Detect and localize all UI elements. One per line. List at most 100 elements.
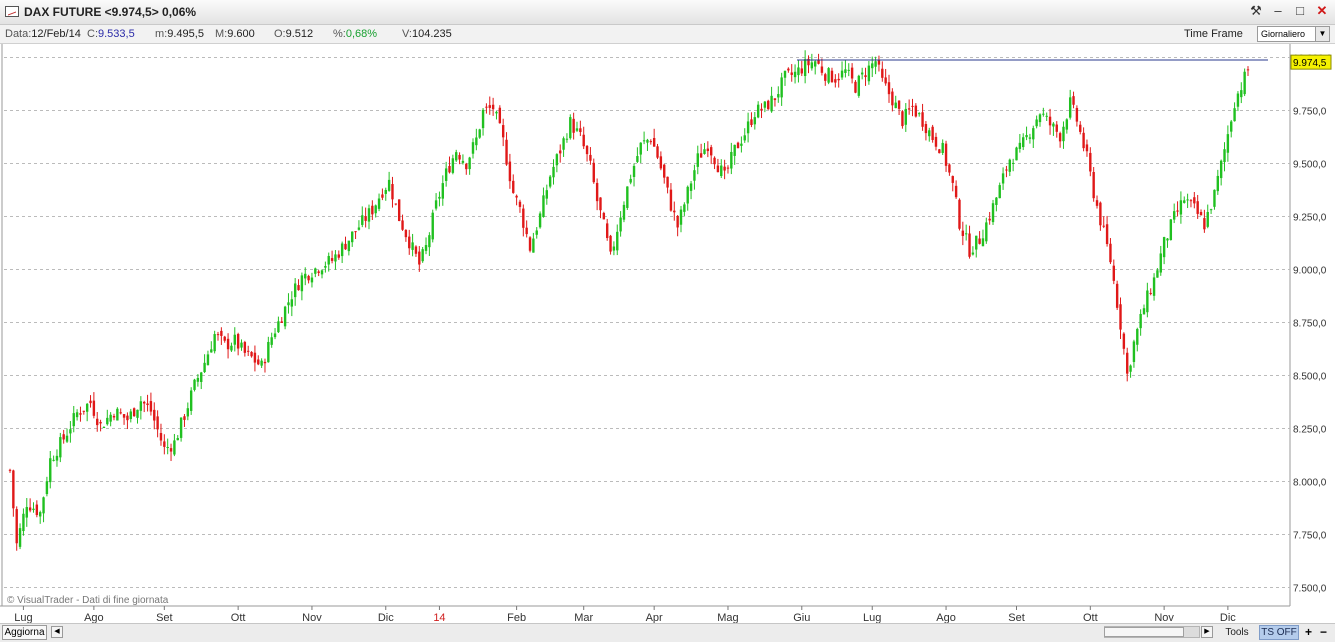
candle-body — [149, 401, 153, 412]
candle-body — [1082, 132, 1085, 149]
y-tick-label: 8.750,0 — [1293, 319, 1327, 330]
candle-body — [465, 163, 468, 170]
candle-body — [260, 360, 263, 366]
price-chart[interactable]: Lug Ago Set Ott Nov Dic 14 Feb Mar Apr Mag Giu Lug Ag… — [0, 44, 1335, 624]
candle-body — [740, 143, 743, 146]
candle-body — [918, 113, 921, 115]
candle-body — [1216, 175, 1220, 192]
candle-body — [371, 205, 374, 215]
candle-body — [1219, 160, 1223, 179]
timeframe-value: Giornaliero — [1261, 29, 1306, 39]
candle-body — [579, 128, 582, 133]
candle-body — [723, 166, 726, 171]
candle-body — [49, 458, 52, 483]
candle-body — [169, 448, 173, 452]
tools-icon[interactable]: ⚒ — [1249, 3, 1263, 19]
candle-body — [1065, 119, 1069, 130]
volume-field: V:104.235 — [402, 28, 452, 40]
candle-body — [545, 190, 549, 199]
candle-body — [475, 137, 478, 146]
candle-body — [508, 161, 512, 182]
zoom-out-button[interactable]: − — [1317, 625, 1330, 640]
candle-body — [991, 203, 995, 223]
candle-body — [1112, 265, 1115, 281]
candle-body — [223, 336, 226, 341]
candle-body — [320, 270, 324, 275]
candle-body — [619, 217, 622, 232]
chart-watermark: © VisualTrader - Dati di fine giornata — [7, 595, 169, 606]
candle-body — [639, 142, 642, 155]
pct-label: %: — [333, 28, 346, 40]
candle-body — [515, 195, 518, 198]
candle-body — [1042, 113, 1045, 115]
candle-body — [666, 176, 669, 188]
candle-body — [330, 258, 334, 261]
candle-body — [334, 254, 337, 262]
ts-off-button[interactable]: TS OFF — [1259, 625, 1299, 640]
candle-body — [1156, 270, 1159, 278]
candle-body — [189, 390, 193, 411]
min-field: m:9.495,5 — [155, 28, 204, 40]
candle-body — [961, 230, 965, 236]
candle-body — [616, 231, 619, 251]
refresh-button[interactable]: Aggiorna — [2, 625, 47, 640]
candle-body — [109, 414, 112, 422]
dropdown-arrow-icon[interactable]: ▼ — [1315, 27, 1329, 41]
candle-body — [793, 71, 797, 78]
candle-body — [263, 361, 267, 364]
candle-body — [1176, 210, 1179, 212]
candle-body — [676, 215, 679, 228]
candle-body — [820, 66, 824, 73]
candle-body — [673, 210, 676, 213]
candlestick-chart[interactable]: Lug Ago Set Ott Nov Dic 14 Feb Mar Apr Mag Giu Lug Ag… — [0, 44, 1335, 624]
candle-body — [1233, 108, 1236, 122]
last-price-label: 9.974,5 — [1293, 58, 1327, 69]
chart-window: DAX FUTURE <9.974,5> 0,06% ⚒ – □ ✕ Data:… — [0, 0, 1335, 642]
candle-body — [173, 440, 176, 455]
candle-body — [1005, 169, 1008, 171]
scrollbar-thumb[interactable] — [1104, 627, 1184, 637]
candle-body — [414, 246, 418, 254]
candle-body — [441, 183, 444, 199]
scroll-left-icon[interactable]: ◀ — [51, 626, 63, 638]
candle-body — [535, 230, 538, 235]
candle-body — [773, 98, 777, 101]
candle-body — [958, 199, 961, 229]
candle-body — [290, 299, 294, 307]
candle-body — [136, 409, 139, 418]
candle-body — [287, 302, 290, 306]
y-tick-label: 9.500,0 — [1293, 160, 1327, 171]
candle-body — [679, 209, 683, 225]
candle-body — [1189, 200, 1193, 202]
candle-body — [485, 106, 488, 108]
maximize-icon[interactable]: □ — [1293, 3, 1307, 19]
candle-body — [85, 403, 89, 412]
candle-body — [12, 470, 15, 509]
candle-body — [153, 409, 156, 421]
zoom-in-button[interactable]: + — [1302, 625, 1315, 640]
candle-body — [179, 417, 183, 438]
candle-body — [968, 233, 971, 257]
tools-button[interactable]: Tools — [1219, 625, 1255, 640]
scroll-right-icon[interactable]: ▶ — [1201, 626, 1213, 638]
candle-body — [166, 446, 169, 448]
candle-body — [132, 408, 136, 417]
candle-body — [995, 197, 998, 205]
candle-body — [210, 349, 213, 353]
candle-body — [65, 435, 69, 442]
candle-body — [116, 408, 119, 421]
candle-body — [478, 129, 481, 138]
date-value: 12/Feb/14 — [31, 28, 81, 40]
candle-body — [1032, 128, 1035, 140]
candle-body — [663, 164, 666, 178]
close-icon[interactable]: ✕ — [1315, 3, 1329, 19]
timeframe-select[interactable]: Giornaliero ▼ — [1257, 26, 1330, 42]
candle-body — [860, 72, 864, 75]
date-field: Data:12/Feb/14 — [5, 28, 81, 40]
candle-body — [1172, 211, 1176, 220]
candle-body — [924, 123, 928, 134]
candle-body — [404, 229, 408, 238]
candle-body — [907, 108, 911, 110]
minimize-icon[interactable]: – — [1271, 3, 1285, 19]
candle-body — [35, 504, 39, 516]
